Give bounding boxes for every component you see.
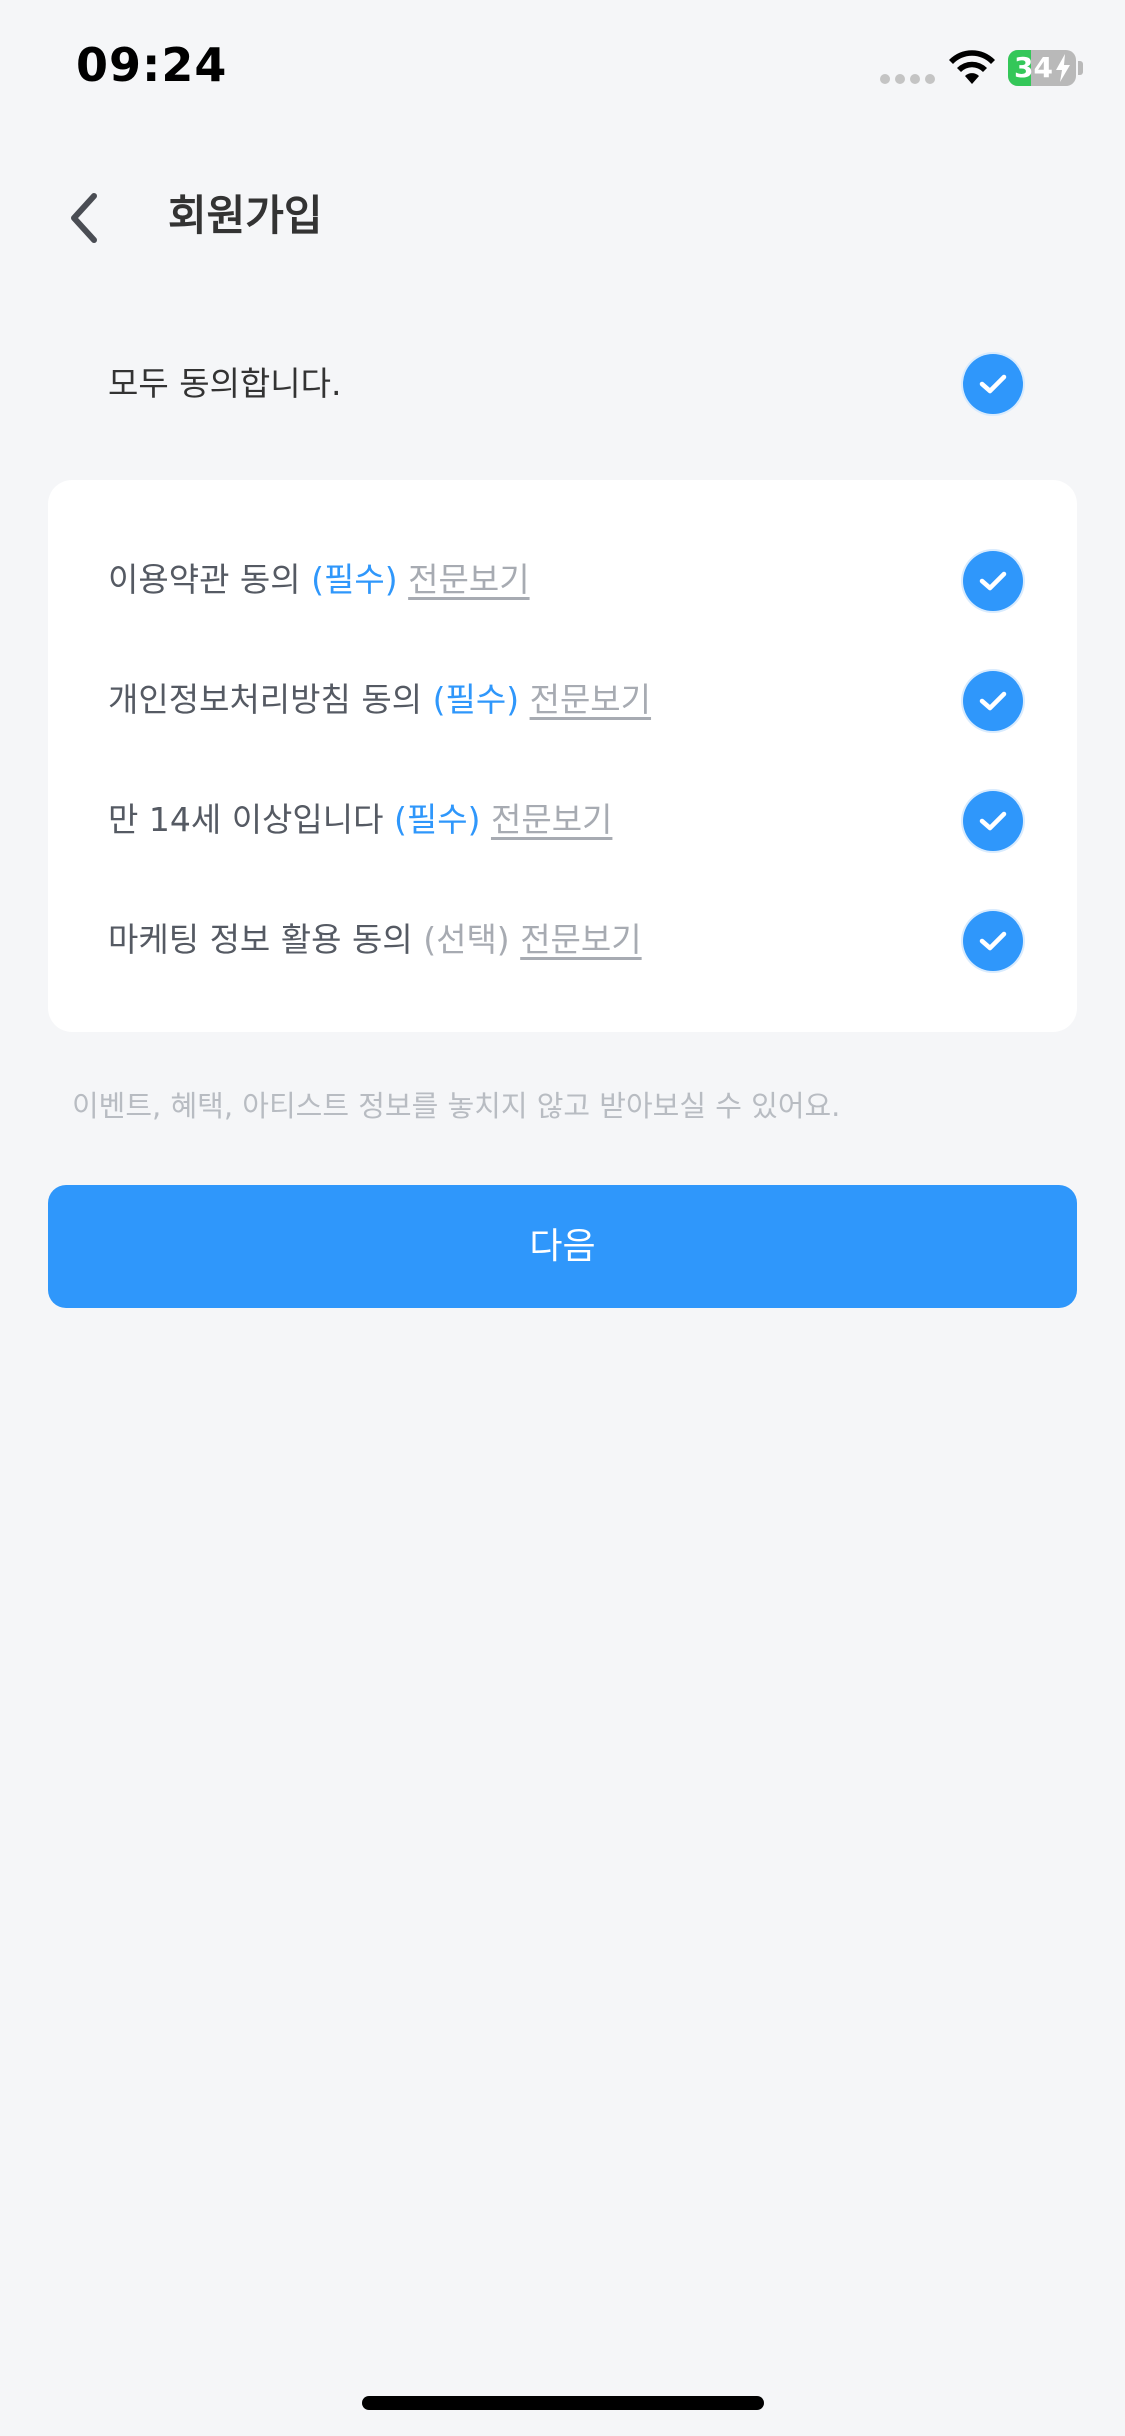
term-label: 개인정보처리방침 동의 bbox=[108, 680, 433, 719]
term-required-tag: (필수) bbox=[393, 800, 481, 839]
term-row-terms-of-use[interactable]: 이용약관 동의 (필수) 전문보기 bbox=[48, 536, 1077, 626]
wifi-icon bbox=[949, 50, 995, 84]
term-required-tag: (필수) bbox=[311, 560, 398, 599]
term-checkbox-privacy-policy[interactable] bbox=[963, 671, 1023, 731]
term-text: 개인정보처리방침 동의 (필수) 전문보기 bbox=[108, 676, 651, 724]
check-icon bbox=[979, 374, 1007, 394]
home-indicator[interactable] bbox=[362, 2396, 764, 2410]
view-full-terms-link[interactable]: 전문보기 bbox=[408, 560, 529, 599]
charging-bolt-icon bbox=[1056, 54, 1070, 82]
check-icon bbox=[979, 811, 1007, 831]
term-row-marketing[interactable]: 마케팅 정보 활용 동의 (선택) 전문보기 bbox=[48, 896, 1077, 986]
term-label: 만 14세 이상입니다 bbox=[108, 800, 394, 839]
term-required-tag: (필수) bbox=[432, 680, 520, 719]
view-full-age-link[interactable]: 전문보기 bbox=[491, 800, 612, 839]
page-title: 회원가입 bbox=[168, 191, 323, 240]
battery-level: 34 bbox=[1014, 51, 1053, 84]
term-row-age-14[interactable]: 만 14세 이상입니다 (필수) 전문보기 bbox=[48, 776, 1077, 866]
check-icon bbox=[979, 571, 1007, 591]
term-checkbox-marketing[interactable] bbox=[963, 911, 1023, 971]
term-checkbox-terms-of-use[interactable] bbox=[963, 551, 1023, 611]
status-bar: 09:24 34 bbox=[0, 0, 1125, 140]
term-text: 만 14세 이상입니다 (필수) 전문보기 bbox=[108, 796, 612, 844]
status-time: 09:24 bbox=[76, 38, 228, 92]
term-text: 마케팅 정보 활용 동의 (선택) 전문보기 bbox=[108, 916, 642, 964]
terms-card: 이용약관 동의 (필수) 전문보기 개인정보처리방침 동의 (필수) 전문보기 … bbox=[48, 480, 1077, 1032]
view-full-privacy-link[interactable]: 전문보기 bbox=[530, 680, 651, 719]
back-button[interactable] bbox=[58, 180, 114, 252]
term-text: 이용약관 동의 (필수) 전문보기 bbox=[108, 556, 530, 604]
term-row-privacy-policy[interactable]: 개인정보처리방침 동의 (필수) 전문보기 bbox=[48, 656, 1077, 746]
check-icon bbox=[979, 691, 1007, 711]
view-full-marketing-link[interactable]: 전문보기 bbox=[520, 920, 641, 959]
term-label: 마케팅 정보 활용 동의 bbox=[108, 920, 424, 959]
agree-all-label: 모두 동의합니다. bbox=[108, 364, 342, 403]
cellular-signal-icon bbox=[880, 74, 935, 84]
next-button[interactable]: 다음 bbox=[48, 1185, 1077, 1308]
chevron-left-icon bbox=[71, 193, 97, 243]
term-checkbox-age-14[interactable] bbox=[963, 791, 1023, 851]
battery-cap bbox=[1078, 61, 1083, 75]
agree-all-row[interactable]: 모두 동의합니다. bbox=[48, 340, 1078, 428]
agree-all-checkbox[interactable] bbox=[963, 354, 1023, 414]
term-optional-tag: (선택) bbox=[423, 920, 510, 959]
term-label: 이용약관 동의 bbox=[108, 560, 312, 599]
battery-icon: 34 bbox=[1008, 50, 1076, 86]
check-icon bbox=[979, 931, 1007, 951]
marketing-note: 이벤트, 혜택, 아티스트 정보를 놓치지 않고 받아보실 수 있어요. bbox=[72, 1089, 841, 1123]
